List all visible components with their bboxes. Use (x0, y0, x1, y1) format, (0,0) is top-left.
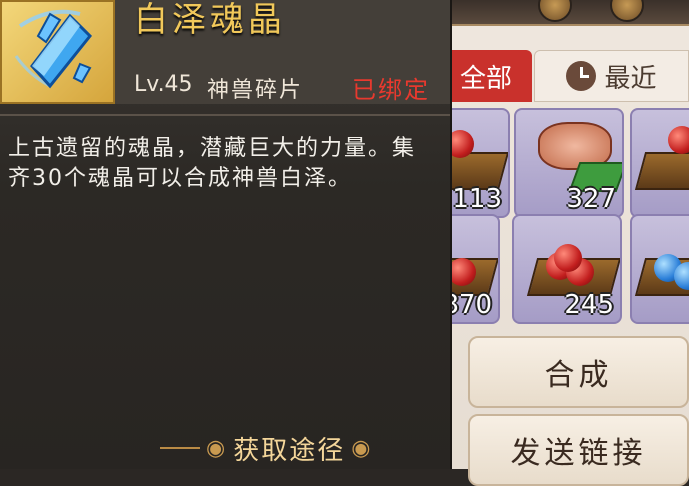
clock-icon (566, 61, 597, 91)
send-link-button[interactable]: 发送链接 (468, 414, 689, 486)
acquisition-source-link[interactable]: ◉ 获取途径 ◉ (160, 430, 378, 466)
tab-all[interactable]: 全部 (440, 50, 532, 102)
item-tooltip: 白泽魂晶 Lv.45 神兽碎片 已绑定 上古遗留的魂晶，潜藏巨大的力量。集齐30… (0, 0, 452, 469)
slot-count: 327 (566, 184, 616, 214)
item-category: 神兽碎片 (207, 78, 304, 103)
tab-recent-label: 最近 (604, 63, 657, 94)
inventory-slot[interactable] (630, 214, 689, 324)
inventory-slot[interactable]: 327 (514, 108, 624, 218)
red-orb-icon (448, 258, 476, 286)
treasure-chest-icon (634, 152, 689, 190)
slot-count: 113 (452, 184, 502, 214)
item-description: 上古遗留的魂晶，潜藏巨大的力量。集齐30个魂晶可以合成神兽白泽。 (8, 136, 417, 191)
compose-button[interactable]: 合成 (468, 336, 689, 408)
item-name: 白泽魂晶 (134, 0, 286, 40)
swirl-ornament-icon: ◉ (206, 435, 228, 461)
blue-crystal-icon (0, 0, 115, 104)
currency-icon (610, 0, 644, 22)
item-level: Lv.45 (134, 72, 193, 97)
tab-recent[interactable]: 最近 (534, 50, 689, 102)
tab-all-label: 全部 (459, 63, 512, 94)
red-orb-icon (554, 244, 582, 272)
send-link-button-label: 发送链接 (510, 436, 647, 471)
slot-count: 245 (564, 290, 614, 320)
swirl-ornament-icon: ◉ (351, 435, 373, 461)
acquisition-source-label: 获取途径 (233, 435, 346, 466)
divider (0, 114, 450, 116)
bound-status-badge: 已绑定 (352, 76, 430, 104)
currency-icon (538, 0, 572, 22)
compose-button-label: 合成 (544, 358, 613, 393)
inventory-slot[interactable]: 245 (512, 214, 622, 324)
inventory-slot[interactable] (630, 108, 689, 218)
inventory-top-bar (440, 0, 689, 26)
red-orb-icon (668, 126, 689, 154)
decorative-line (160, 447, 200, 449)
